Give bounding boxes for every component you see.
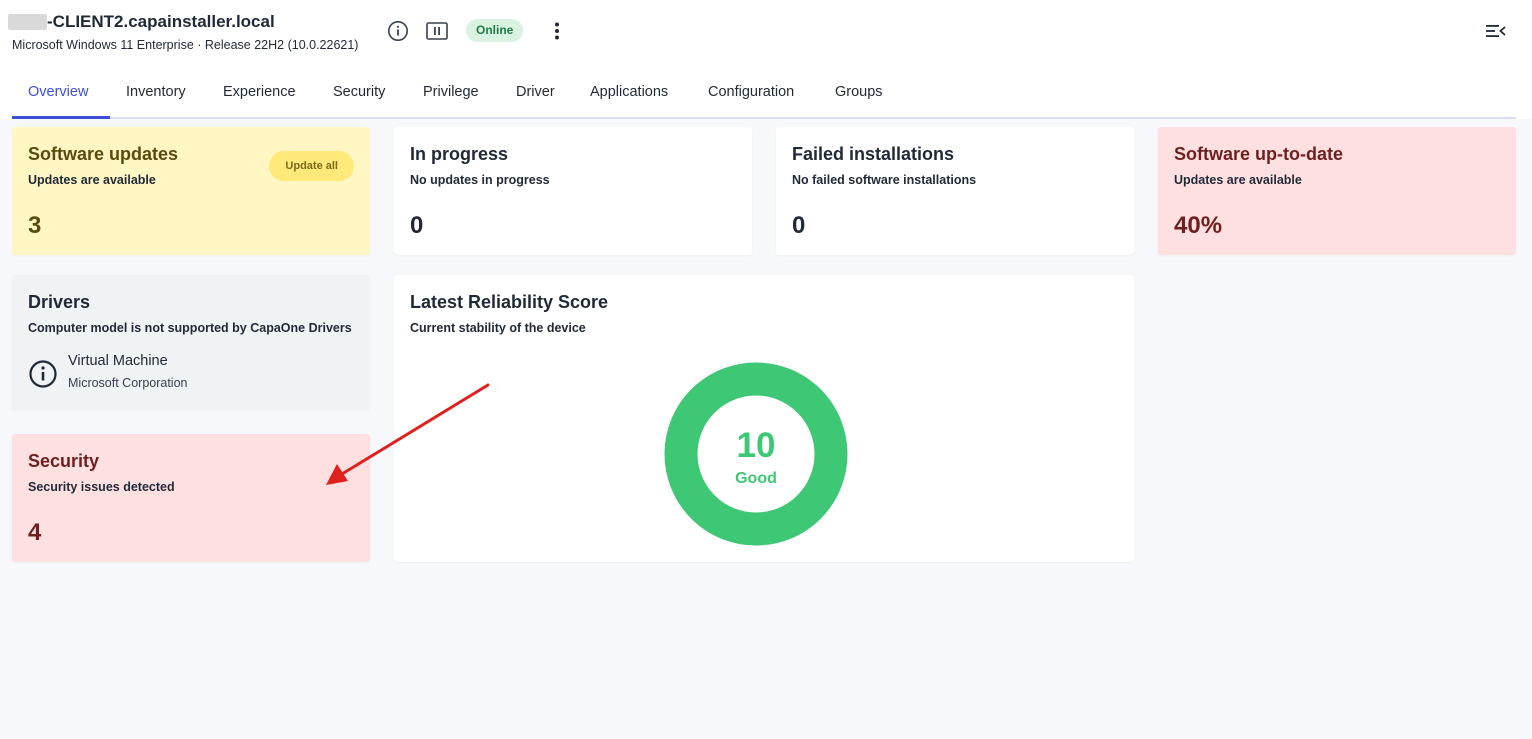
tab-inventory[interactable]: Inventory [126,84,186,100]
status-badge: Online [466,19,524,42]
tab-privilege[interactable]: Privilege [423,84,479,100]
failed-installations-card[interactable]: Failed installations No failed software … [776,127,1134,255]
card-subtitle: No updates in progress [410,173,550,187]
redacted-hostname-prefix [8,14,47,30]
info-icon[interactable] [386,19,410,43]
card-title: Latest Reliability Score [410,292,609,312]
update-all-button[interactable]: Update all [269,151,354,181]
device-os: Microsoft Windows 11 Enterprise · Releas… [12,38,359,52]
tab-applications[interactable]: Applications [590,84,668,100]
tab-bar: Overview Inventory Experience Security P… [0,64,1532,119]
card-title: Drivers [28,292,91,312]
card-subtitle: Updates are available [1174,173,1302,187]
card-value: 40% [1174,212,1223,239]
tab-divider [12,117,1516,119]
reliability-gauge: 10 Good [664,362,848,546]
card-subtitle: Current stability of the device [410,321,586,335]
card-title: Failed installations [792,144,955,164]
card-value: 4 [28,519,42,546]
app: -CLIENT2.capainstaller.local Microsoft W… [0,0,1532,739]
card-subtitle: Updates are available [28,173,156,187]
card-title: Software up-to-date [1174,144,1343,164]
card-value: 3 [28,212,42,239]
driver-vendor-name: Microsoft Corporation [68,376,188,390]
tab-configuration[interactable]: Configuration [708,84,794,100]
tab-driver[interactable]: Driver [516,84,555,100]
card-value: 0 [792,212,806,239]
software-updates-card[interactable]: Software updates Updates are available 3… [12,127,370,255]
card-subtitle: No failed software installations [792,173,977,187]
security-card[interactable]: Security Security issues detected 4 [12,434,370,562]
card-value: 0 [410,212,424,239]
card-title: In progress [410,144,509,164]
reliability-score-card[interactable]: Latest Reliability Score Current stabili… [394,275,1134,562]
software-up-to-date-card[interactable]: Software up-to-date Updates are availabl… [1158,127,1516,255]
tab-security[interactable]: Security [333,84,385,100]
active-tab-indicator [12,116,110,119]
device-header: -CLIENT2.capainstaller.local Microsoft W… [0,0,1532,64]
reliability-score-value: 10 [737,426,776,465]
card-subtitle: Security issues detected [28,480,175,494]
tab-experience[interactable]: Experience [223,84,296,100]
tab-overview[interactable]: Overview [28,84,88,100]
device-name: -CLIENT2.capainstaller.local [47,12,275,31]
tab-groups[interactable]: Groups [835,84,883,100]
pause-icon[interactable] [425,19,449,43]
in-progress-card[interactable]: In progress No updates in progress 0 [394,127,752,255]
card-title: Security [28,451,100,471]
card-subtitle: Computer model is not supported by CapaO… [28,321,352,335]
kebab-menu-icon[interactable] [548,19,566,43]
drivers-card[interactable]: Drivers Computer model is not supported … [12,275,370,410]
reliability-rating: Good [735,470,777,487]
info-circle-icon [28,359,58,389]
driver-model-name: Virtual Machine [68,353,168,369]
collapse-panel-icon[interactable] [1482,19,1510,43]
card-title: Software updates [28,144,179,164]
